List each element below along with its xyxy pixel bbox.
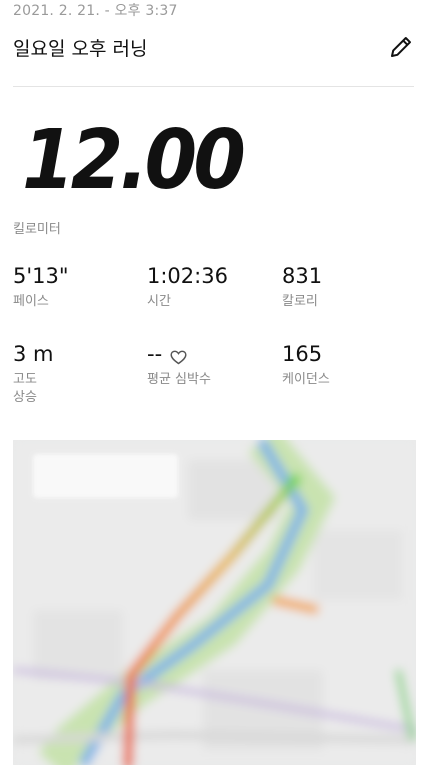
stat-calories: 831 칼로리: [282, 266, 322, 311]
pencil-icon: [391, 37, 411, 57]
header-divider: [13, 86, 414, 87]
time-label: 시간: [147, 294, 171, 309]
pace-label: 페이스: [13, 294, 49, 309]
stat-pace: 5'13" 페이스: [13, 266, 69, 311]
stat-heart-rate: -- 평균 심박수: [147, 344, 211, 389]
elevation-value: 3 m: [13, 342, 54, 366]
cadence-value: 165: [282, 342, 323, 366]
map-location-chip: [33, 454, 178, 498]
distance-value: 12.00: [22, 113, 246, 208]
stat-time: 1:02:36 시간: [147, 266, 228, 311]
heart-icon: [170, 348, 187, 364]
elevation-label-line1: 고도: [13, 372, 37, 387]
elevation-label: 고도 상승: [13, 371, 54, 407]
cadence-label: 케이던스: [282, 372, 330, 387]
stat-cadence: 165 케이던스: [282, 344, 330, 389]
time-value: 1:02:36: [147, 264, 228, 288]
heart-rate-value: --: [147, 342, 163, 366]
calories-label: 칼로리: [282, 294, 318, 309]
pace-value: 5'13": [13, 264, 69, 288]
stat-elevation: 3 m 고도 상승: [13, 344, 54, 407]
activity-title[interactable]: 일요일 오후 러닝: [13, 34, 147, 61]
edit-button[interactable]: [388, 34, 414, 60]
distance-unit: 킬로미터: [13, 222, 61, 237]
activity-date: 2021. 2. 21. - 오후 3:37: [13, 3, 178, 19]
heart-rate-row: --: [147, 344, 211, 365]
calories-value: 831: [282, 264, 323, 288]
route-map[interactable]: [13, 440, 416, 765]
elevation-label-line2: 상승: [13, 390, 37, 405]
heart-rate-label: 평균 심박수: [147, 372, 211, 387]
